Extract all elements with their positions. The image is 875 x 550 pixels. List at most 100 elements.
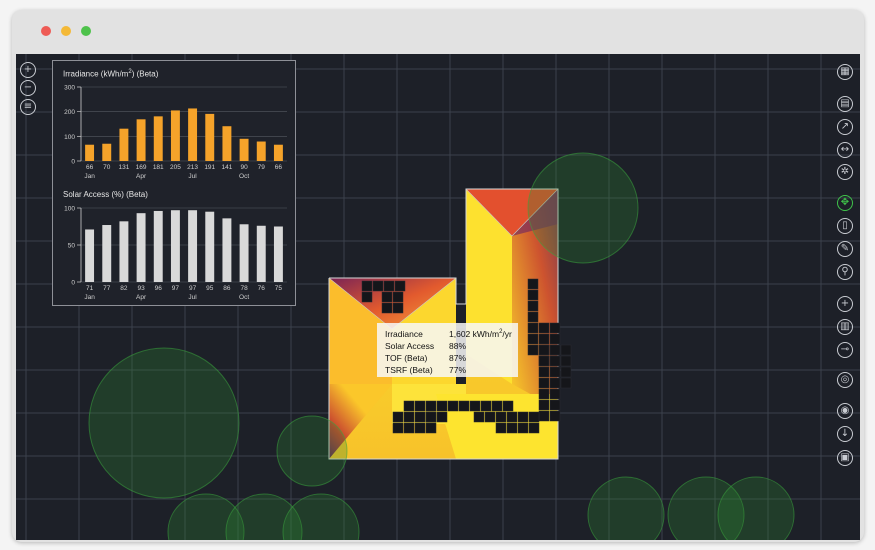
target-alt-icon[interactable]: ◉ [837,403,853,419]
charts-panel: Irradiance (kWh/m2) (Beta) 0 100 200 300 66 7… [52,60,296,306]
maximize-window-button[interactable] [81,26,91,36]
solar-panel-module[interactable] [528,411,540,423]
solar-panel-module[interactable] [527,344,539,356]
solar-panel-module[interactable] [392,302,404,314]
solar-panel-module[interactable] [538,377,550,389]
tree-shadow [282,493,360,540]
solar-panel-module[interactable] [414,411,426,423]
tooltip-row-irradiance: Irradiance 1,602 kWh/m2/yr [385,329,512,339]
solar-panel-module[interactable] [425,411,437,423]
solar-panel-module[interactable] [403,400,415,412]
solar-panel-module[interactable] [372,280,384,292]
solar-panel-module[interactable] [538,410,550,422]
zoom-out-icon[interactable]: − [20,80,36,96]
solar-panel-module[interactable] [560,377,572,389]
panel-icon[interactable]: ▯ [837,218,853,234]
solar-panel-module[interactable] [392,422,404,434]
solar-panel-icon[interactable]: ▥ [837,319,853,335]
solar-panel-module[interactable] [560,366,572,378]
solar-panel-module[interactable] [538,355,550,367]
target-icon[interactable]: ◎ [837,372,853,388]
solar-panel-module[interactable] [381,291,393,303]
solar-panel-module[interactable] [538,399,550,411]
solar-panel-module[interactable] [527,322,539,334]
resize-icon[interactable]: ↗ [837,119,853,135]
solar-panel-module[interactable] [527,278,539,290]
solar-panel-module[interactable] [394,280,406,292]
minimize-window-button[interactable] [61,26,71,36]
solar-panel-module[interactable] [527,289,539,301]
solar-panel-module[interactable] [425,422,437,434]
pencil-icon[interactable]: ✎ [837,241,853,257]
solar-panel-module[interactable] [425,400,437,412]
solar-panel-module[interactable] [414,422,426,434]
bar [188,210,198,282]
solar-panel-module[interactable] [414,400,426,412]
add-icon[interactable]: + [837,296,853,312]
solar-panel-module[interactable] [527,333,539,345]
solar-panel-module[interactable] [495,422,507,434]
grid-icon[interactable]: ▤ [837,96,853,112]
measure-icon[interactable]: ↔ [837,142,853,158]
solar-panel-module[interactable] [392,411,404,423]
solar-panel-module[interactable] [383,280,395,292]
bar [239,138,249,161]
solar-panel-module[interactable] [403,411,415,423]
solar-panel-module[interactable] [506,411,518,423]
save-icon[interactable]: ▣ [837,450,853,466]
solar-panel-module[interactable] [528,422,540,434]
bar-value-label: 70 [103,164,111,171]
close-window-button[interactable] [41,26,51,36]
move-icon[interactable]: ✥ [837,195,853,211]
solar-panel-module[interactable] [473,411,485,423]
solar-panel-module[interactable] [517,422,529,434]
solar-panel-module[interactable] [361,291,373,303]
solar-panel-module[interactable] [480,400,492,412]
solar-panel-module[interactable] [502,400,514,412]
bar-value-label: 205 [170,164,181,171]
solar-panel-module[interactable] [549,322,561,334]
solar-panel-module[interactable] [549,355,561,367]
solar-panel-module[interactable] [506,422,518,434]
solar-panel-module[interactable] [495,411,507,423]
solar-panel-module[interactable] [549,399,561,411]
bar-value-label: 97 [189,285,197,292]
solar-panel-module[interactable] [436,400,448,412]
download-icon[interactable]: ↓ [837,426,853,442]
layers-icon[interactable]: ▦ [837,64,853,80]
solar-panel-module[interactable] [484,411,496,423]
search-icon[interactable]: ⚲ [837,264,853,280]
solar-panel-module[interactable] [527,300,539,312]
zoom-in-icon[interactable]: + [20,62,36,78]
solar-panel-module[interactable] [469,400,481,412]
map-canvas[interactable]: + − ≡ ▦ ▤ ↗ ↔ ✲ ✥ ▯ ✎ ⚲ + ▥ ⊸ ◎ ◉ ↓ ▣ Irradiance (kWh/m2)… [16,54,860,540]
bar-value-label: 71 [86,285,94,292]
menu-icon[interactable]: ≡ [20,99,36,115]
solar-panel-module[interactable] [392,291,404,303]
tooltip-tsrf-value: 77% [449,365,467,375]
solar-panel-module[interactable] [538,322,550,334]
solar-panel-module[interactable] [549,377,561,389]
solar-panel-module[interactable] [549,366,561,378]
solar-panel-module[interactable] [436,411,448,423]
solar-panel-module[interactable] [549,344,561,356]
solar-panel-module[interactable] [491,400,503,412]
solar-panel-module[interactable] [458,400,470,412]
solar-panel-module[interactable] [447,400,459,412]
settings-icon[interactable]: ✲ [837,164,853,180]
solar-panel-module[interactable] [538,366,550,378]
solar-panel-module[interactable] [381,302,393,314]
solar-panel-module[interactable] [549,410,561,422]
solar-panel-module[interactable] [549,388,561,400]
axis-icon[interactable]: ⊸ [837,342,853,358]
solar-panel-module[interactable] [549,333,561,345]
solar-panel-module[interactable] [538,388,550,400]
solar-panel-module[interactable] [517,411,529,423]
solar-panel-module[interactable] [361,280,373,292]
solar-panel-module[interactable] [527,311,539,323]
solar-panel-module[interactable] [560,355,572,367]
solar-panel-module[interactable] [403,422,415,434]
solar-panel-module[interactable] [538,344,550,356]
solar-panel-module[interactable] [538,333,550,345]
solar-panel-module[interactable] [560,344,572,356]
